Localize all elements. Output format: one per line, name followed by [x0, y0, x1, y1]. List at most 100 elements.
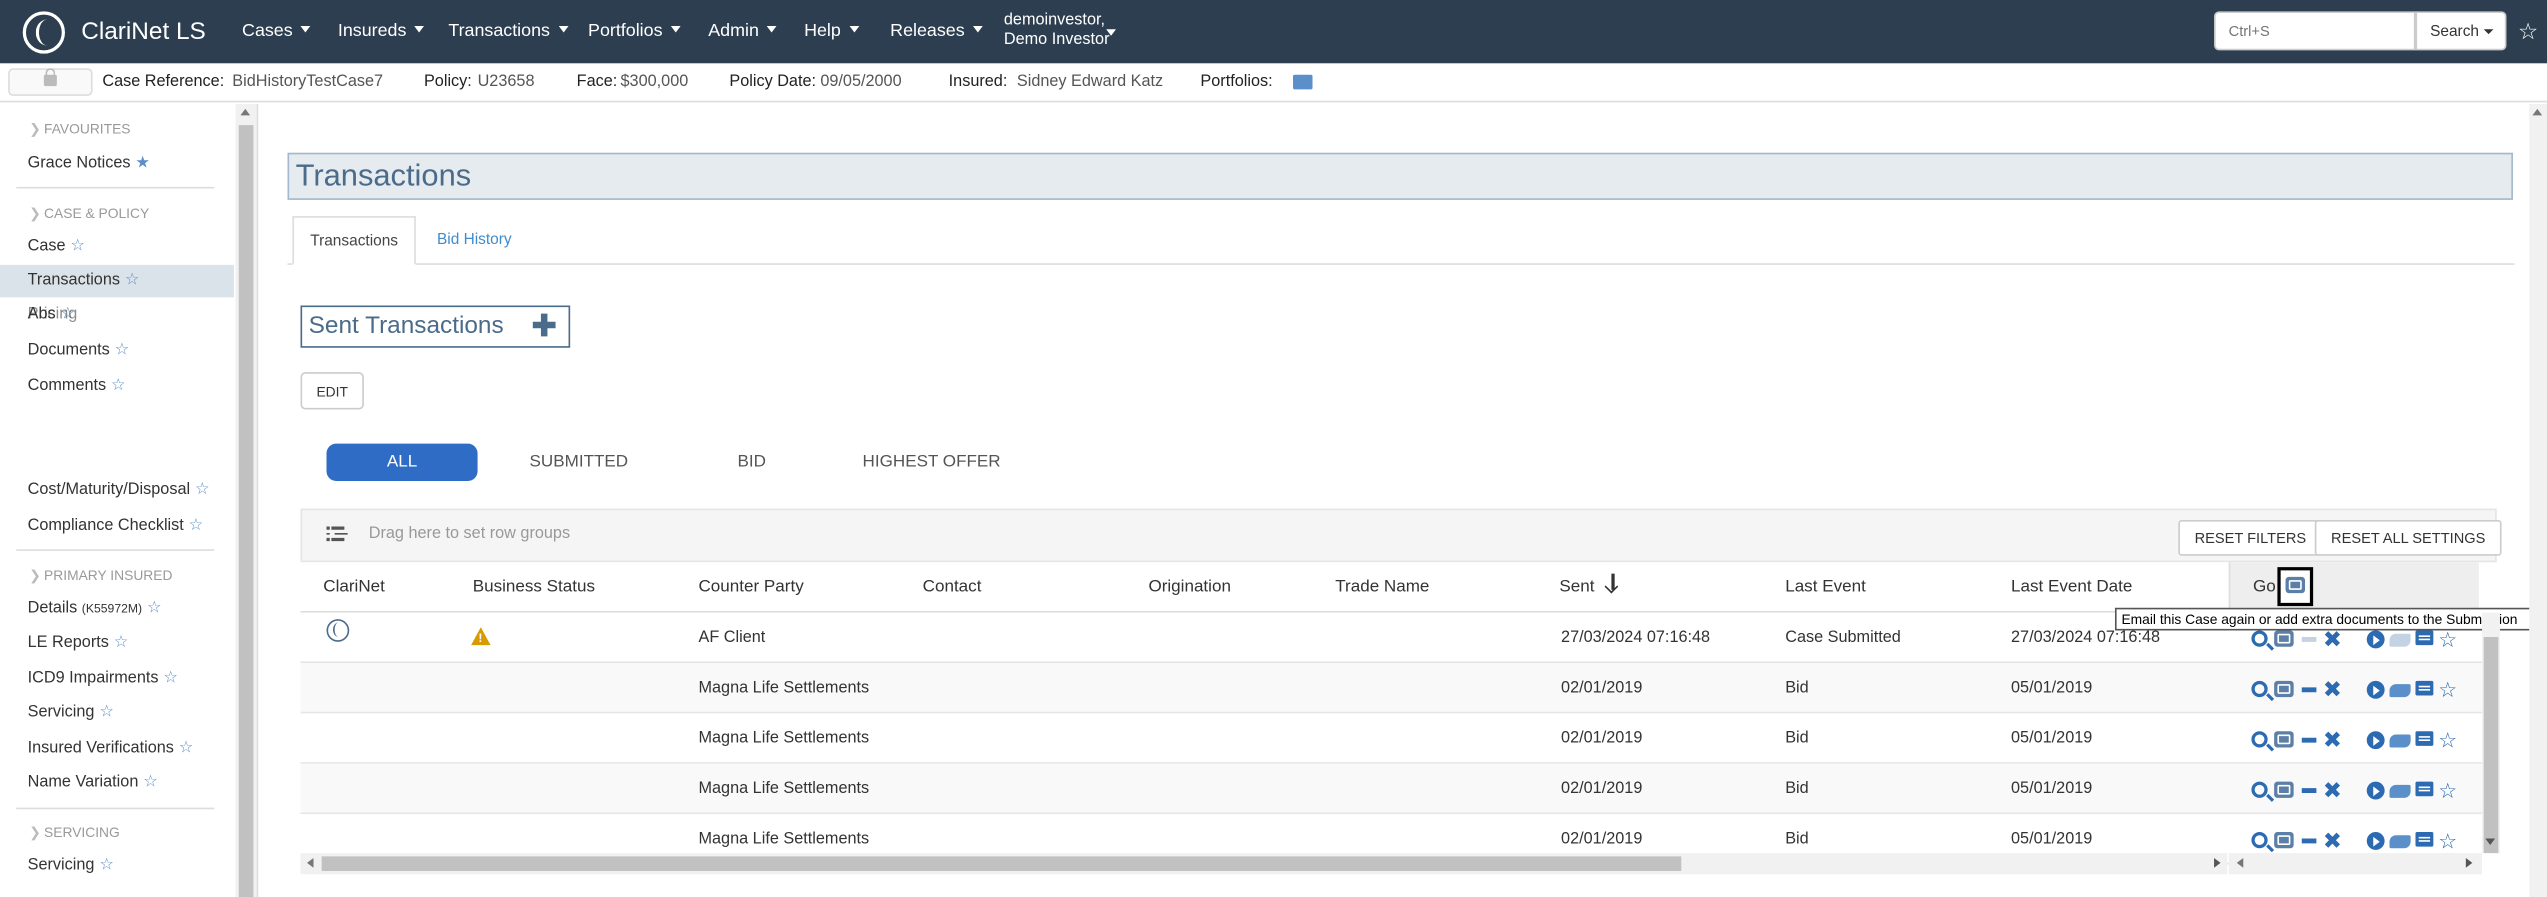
minus-icon[interactable] — [2301, 838, 2317, 844]
star-empty-icon[interactable]: ☆ — [143, 774, 158, 792]
star-empty-icon[interactable]: ☆ — [195, 481, 210, 499]
search-input[interactable] — [2214, 11, 2416, 51]
menu-releases[interactable]: Releases — [890, 21, 983, 41]
star-empty-icon[interactable]: ☆ — [125, 271, 140, 289]
row-group-panel[interactable] — [300, 508, 2497, 563]
minus-icon[interactable] — [2301, 737, 2317, 743]
comment-icon[interactable] — [2415, 832, 2434, 847]
close-x-icon[interactable]: ✖ — [2323, 728, 2342, 751]
column-header-origination[interactable]: Origination — [1148, 577, 1230, 597]
minus-icon[interactable] — [2301, 687, 2317, 693]
sidebar-item-grace-notices[interactable]: Grace Notices ★ — [28, 154, 150, 172]
user-login[interactable]: demoinvestor, — [1004, 11, 1105, 29]
menu-transactions[interactable]: Transactions — [448, 21, 568, 41]
menu-portfolios[interactable]: Portfolios — [588, 21, 681, 41]
scroll-up-arrow-icon[interactable] — [240, 108, 251, 116]
handshake-icon[interactable] — [2389, 684, 2411, 698]
filter-highest-offer-button[interactable]: HIGHEST OFFER — [863, 452, 1001, 472]
view-magnifier-icon[interactable] — [2251, 832, 2268, 849]
sidebar-item-documents[interactable]: Documents ☆ — [28, 341, 130, 359]
sidebar-item-case[interactable]: Case ☆ — [28, 237, 85, 255]
scroll-right-arrow-icon[interactable] — [2214, 858, 2221, 868]
close-x-icon[interactable]: ✖ — [2323, 678, 2342, 701]
menu-admin[interactable]: Admin — [708, 21, 777, 41]
sidebar-item-pricing[interactable]: Pricing — [28, 306, 78, 324]
column-header-contact[interactable]: Contact — [923, 577, 982, 597]
scroll-up-arrow-icon[interactable] — [2532, 108, 2543, 116]
star-icon[interactable]: ☆ — [2438, 629, 2457, 650]
favourite-star-icon[interactable]: ☆ — [2518, 18, 2538, 46]
star-empty-icon[interactable]: ☆ — [114, 634, 129, 652]
star-empty-icon[interactable]: ☆ — [70, 237, 85, 255]
sidebar-item-transactions[interactable]: Transactions ☆ — [28, 271, 140, 289]
folder-icon[interactable] — [1293, 74, 1313, 90]
reset-all-settings-button[interactable]: RESET ALL SETTINGS — [2314, 520, 2502, 556]
comment-icon[interactable] — [2415, 680, 2434, 696]
tab-bid-history[interactable]: Bid History — [419, 216, 529, 263]
star-icon[interactable]: ☆ — [2438, 780, 2457, 801]
comment-icon[interactable] — [2415, 781, 2434, 797]
user-caret-down-icon[interactable] — [1106, 29, 1116, 36]
add-transaction-plus-icon[interactable] — [531, 312, 557, 338]
sidebar-item-icd9-impairments[interactable]: ICD9 Impairments ☆ — [28, 670, 178, 688]
search-button[interactable]: Search — [2415, 11, 2507, 51]
sidebar-item-comments[interactable]: Comments ☆ — [28, 377, 126, 395]
star-empty-icon[interactable]: ☆ — [99, 856, 114, 874]
email-case-icon[interactable] — [2274, 731, 2294, 748]
sidebar-item-servicing-2[interactable]: Servicing ☆ — [28, 856, 114, 874]
scroll-down-arrow-icon[interactable] — [2485, 838, 2496, 845]
column-header-last-event-date[interactable]: Last Event Date — [2011, 577, 2132, 597]
sidebar-item-insured-verifications[interactable]: Insured Verifications ☆ — [28, 739, 194, 757]
sidebar-item-servicing[interactable]: Servicing ☆ — [28, 704, 114, 722]
menu-cases[interactable]: Cases — [242, 21, 311, 41]
email-case-icon[interactable] — [2274, 630, 2294, 647]
table-row[interactable] — [300, 763, 2483, 815]
filter-submitted-button[interactable]: SUBMITTED — [530, 452, 629, 472]
email-case-icon[interactable] — [2274, 680, 2294, 698]
close-x-icon[interactable]: ✖ — [2323, 778, 2342, 801]
clarinet-logo-icon[interactable] — [22, 11, 65, 54]
comment-icon[interactable] — [2415, 731, 2434, 746]
column-header-business-status[interactable]: Business Status — [473, 577, 595, 597]
scroll-left-arrow-icon[interactable] — [2236, 858, 2244, 868]
handshake-icon[interactable] — [2389, 633, 2411, 647]
minus-icon[interactable] — [2301, 637, 2317, 642]
scroll-right-arrow-icon[interactable] — [2465, 858, 2473, 868]
sidebar-item-cost-maturity-disposal[interactable]: Cost/Maturity/Disposal ☆ — [28, 481, 210, 499]
reset-filters-button[interactable]: RESET FILTERS — [2178, 520, 2323, 556]
grid-vertical-scrollbar-thumb[interactable] — [2483, 637, 2499, 854]
email-case-icon[interactable] — [2274, 781, 2294, 798]
edit-button[interactable]: EDIT — [300, 372, 364, 410]
sidebar-item-name-variation[interactable]: Name Variation ☆ — [28, 774, 158, 792]
email-case-icon[interactable] — [2274, 832, 2294, 849]
star-empty-icon[interactable]: ☆ — [99, 704, 114, 722]
star-empty-icon[interactable]: ☆ — [163, 670, 178, 688]
menu-insureds[interactable]: Insureds — [338, 21, 425, 41]
sort-descending-arrow-icon[interactable] — [1603, 572, 1622, 595]
sidebar-section-servicing[interactable]: ❯ SERVICING — [29, 824, 120, 842]
star-empty-icon[interactable]: ☆ — [189, 517, 204, 535]
column-header-last-event[interactable]: Last Event — [1785, 577, 1866, 597]
table-row[interactable] — [300, 663, 2483, 714]
view-magnifier-icon[interactable] — [2251, 731, 2268, 748]
minus-icon[interactable] — [2301, 788, 2317, 793]
scroll-left-arrow-icon[interactable] — [307, 858, 314, 868]
sidebar-scrollbar-thumb[interactable] — [238, 125, 254, 897]
star-empty-icon[interactable]: ☆ — [111, 377, 126, 395]
star-empty-icon[interactable]: ☆ — [179, 739, 194, 757]
close-x-icon[interactable]: ✖ — [2323, 627, 2342, 650]
sidebar-item-le-reports[interactable]: LE Reports ☆ — [28, 634, 129, 652]
user-name[interactable]: Demo Investor — [1004, 31, 1110, 49]
forward-arrow-icon[interactable] — [2366, 832, 2385, 850]
menu-help[interactable]: Help — [804, 21, 859, 41]
sidebar-item-compliance-checklist[interactable]: Compliance Checklist ☆ — [28, 517, 204, 535]
view-magnifier-icon[interactable] — [2251, 781, 2268, 798]
filter-bid-button[interactable]: BID — [737, 452, 765, 472]
column-header-sent[interactable]: Sent — [1559, 577, 1594, 597]
star-filled-icon[interactable]: ★ — [135, 154, 150, 172]
star-icon[interactable]: ☆ — [2438, 679, 2457, 700]
grid-horizontal-scrollbar-thumb[interactable] — [321, 856, 1682, 871]
star-empty-icon[interactable]: ☆ — [147, 600, 162, 618]
view-magnifier-icon[interactable] — [2251, 630, 2268, 647]
column-header-clarinet[interactable]: ClariNet — [323, 577, 385, 597]
